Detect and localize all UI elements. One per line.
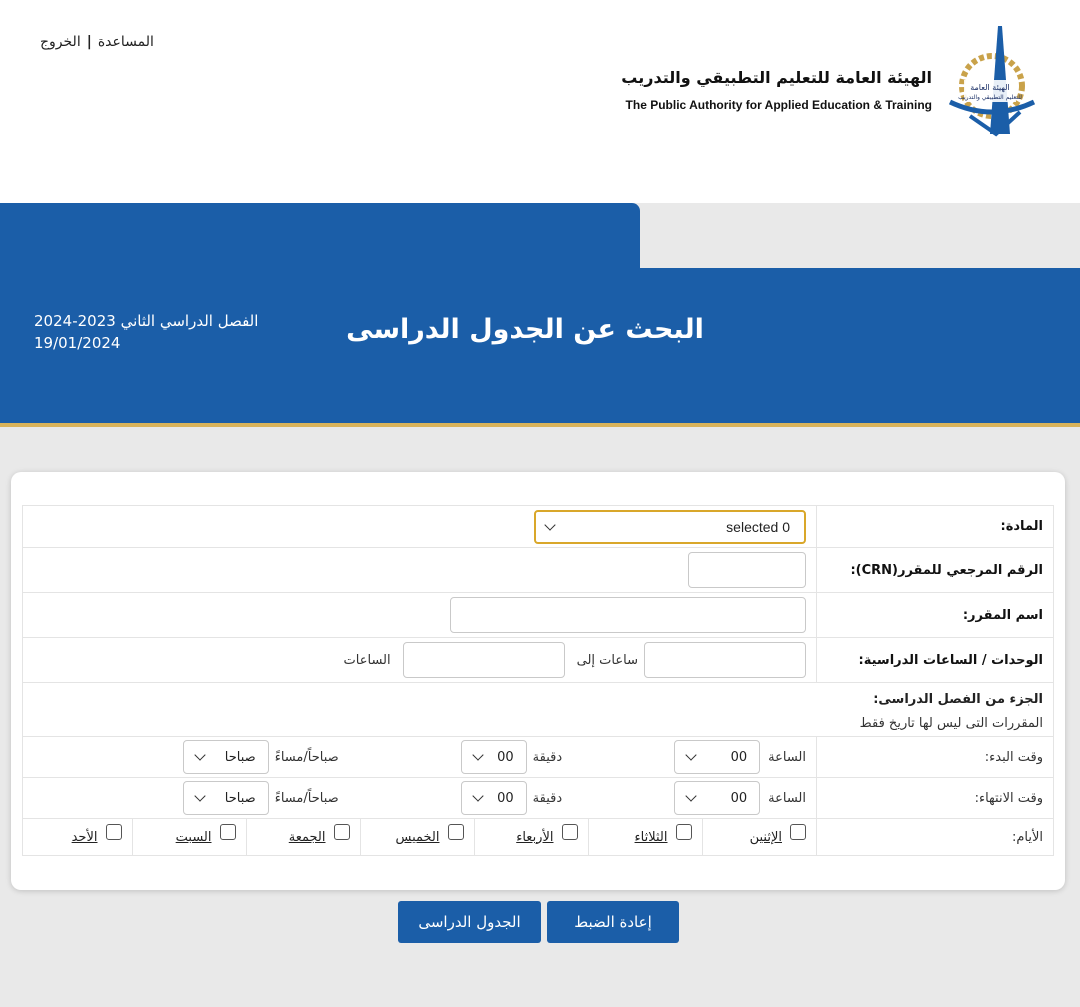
chevron-down-icon (194, 749, 206, 761)
org-name-ar: الهيئة العامة للتعليم التطبيقي والتدريب (621, 68, 932, 87)
course-name-label: اسم المقرر: (816, 592, 1054, 638)
chevron-down-icon (685, 749, 697, 761)
start-minute-label: دقيقة (532, 749, 563, 765)
banner-divider (0, 423, 1080, 427)
end-hour-value: 00 (730, 790, 748, 806)
term-part-label: الجزء من الفصل الدراسى: (873, 692, 1043, 707)
start-hour-value: 00 (730, 749, 748, 765)
hours-to-input[interactable] (402, 642, 565, 678)
paae-logo: الهيئة العامة للتعليم التطبيقي والتدريب (940, 24, 1040, 140)
svg-text:للتعليم التطبيقي والتدريب: للتعليم التطبيقي والتدريب (958, 94, 1022, 101)
day-monday-label: الإثنين (749, 829, 782, 845)
paae-logo-icon: الهيئة العامة للتعليم التطبيقي والتدريب (948, 26, 1036, 137)
day-monday[interactable]: الإثنين (713, 819, 806, 855)
search-form-card: المادة: selected 0 الرقم المرجعي للمقرر(… (11, 472, 1065, 890)
day-sunday-checkbox[interactable] (105, 824, 122, 840)
day-monday-checkbox[interactable] (790, 824, 806, 840)
svg-text:الهيئة العامة: الهيئة العامة (970, 83, 1010, 92)
end-minute-label: دقيقة (532, 790, 563, 806)
crn-label: الرقم المرجعي للمقرر(CRN): (816, 547, 1054, 593)
reset-button[interactable]: إعادة الضبط (547, 901, 679, 943)
end-minute-value: 00 (497, 790, 514, 806)
start-ampm-label: صباحاً/مساءً (274, 749, 339, 765)
course-name-row: اسم المقرر: (22, 592, 1054, 638)
day-wednesday-checkbox[interactable] (561, 824, 578, 840)
form-buttons: الجدول الدراسى إعادة الضبط (398, 901, 679, 943)
day-saturday-checkbox[interactable] (219, 824, 236, 840)
header: المساعدة | الخروج الهيئة العامة للتعليم … (0, 0, 1080, 203)
end-ampm-label: صباحاً/مساءً (274, 790, 339, 806)
day-thursday[interactable]: الخميس (371, 819, 464, 855)
subject-select-value: selected 0 (726, 518, 790, 535)
day-friday[interactable]: الجمعة (257, 819, 350, 855)
term-name: الفصل الدراسي الثاني 2023-2024 (34, 312, 259, 330)
search-form: المادة: selected 0 الرقم المرجعي للمقرر(… (22, 505, 1054, 856)
day-saturday-label: السبت (175, 829, 212, 845)
day-sunday[interactable]: الأحد (33, 819, 122, 855)
header-tab-strip (0, 203, 640, 269)
end-hour-select[interactable]: 00 (674, 781, 761, 815)
hours-from-input[interactable] (644, 642, 806, 678)
start-time-row: وقت البدء: الساعة 00 دقيقة 00 صباحاً/مسا… (22, 736, 1054, 778)
day-sunday-label: الأحد (71, 829, 98, 845)
day-wednesday-label: الأربعاء (516, 829, 554, 845)
schedule-button[interactable]: الجدول الدراسى (398, 901, 541, 943)
end-ampm-value: صباحا (224, 790, 256, 806)
term-info: الفصل الدراسي الثاني 2023-2024 19/01/202… (34, 310, 258, 354)
units-label: الوحدات / الساعات الدراسية: (816, 637, 1054, 683)
start-ampm-select[interactable]: صباحا (182, 740, 269, 774)
chevron-down-icon (685, 790, 697, 802)
org-name-en: The Public Authority for Applied Educati… (625, 98, 932, 112)
days-grid: الإثنين الثلاثاء الأربعاء الخميس الجمعة … (23, 819, 816, 855)
start-hour-select[interactable]: 00 (674, 740, 761, 774)
link-separator: | (86, 34, 92, 50)
crn-row: الرقم المرجعي للمقرر(CRN): (22, 547, 1054, 593)
page-title: البحث عن الجدول الدراسى (346, 314, 704, 345)
start-minute-select[interactable]: 00 (460, 740, 527, 774)
subject-label: المادة: (816, 505, 1054, 548)
chevron-down-icon (471, 749, 484, 761)
hours-label: الساعات (343, 652, 391, 668)
day-tuesday[interactable]: الثلاثاء (599, 819, 692, 855)
chevron-down-icon (544, 518, 556, 531)
hours-to-label: ساعات إلى (576, 652, 638, 668)
day-thursday-label: الخميس (395, 829, 440, 845)
day-friday-checkbox[interactable] (333, 824, 350, 840)
help-link[interactable]: المساعدة (98, 34, 154, 50)
day-friday-label: الجمعة (288, 829, 326, 845)
end-time-label: وقت الانتهاء: (816, 777, 1054, 819)
start-ampm-value: صباحا (224, 749, 256, 765)
crn-input[interactable] (688, 552, 806, 588)
day-wednesday[interactable]: الأربعاء (485, 819, 578, 855)
day-tuesday-label: الثلاثاء (634, 829, 668, 845)
day-tuesday-checkbox[interactable] (675, 824, 692, 840)
start-minute-value: 00 (497, 749, 514, 765)
logout-link[interactable]: الخروج (40, 34, 81, 50)
term-part-note: المقررات التى ليس لها تاريخ فقط (859, 716, 1043, 731)
start-time-label: وقت البدء: (816, 736, 1054, 778)
days-row: الأيام: الإثنين الثلاثاء الأربعاء الخميس… (22, 818, 1054, 856)
subject-select[interactable]: selected 0 (534, 509, 806, 544)
course-name-input[interactable] (450, 597, 806, 633)
top-links: المساعدة | الخروج (40, 34, 154, 50)
end-time-row: وقت الانتهاء: الساعة 00 دقيقة 00 صباحاً/… (22, 777, 1054, 819)
term-date: 19/01/2024 (34, 334, 121, 352)
start-hour-label: الساعة (768, 749, 806, 765)
end-minute-select[interactable]: 00 (460, 781, 527, 815)
days-label: الأيام: (816, 818, 1054, 856)
term-part-row: الجزء من الفصل الدراسى: المقررات التى لي… (22, 682, 1054, 737)
chevron-down-icon (471, 790, 484, 802)
units-row: الوحدات / الساعات الدراسية: ساعات إلى ال… (22, 637, 1054, 683)
day-saturday[interactable]: السبت (143, 819, 236, 855)
day-thursday-checkbox[interactable] (447, 824, 464, 840)
subject-row: المادة: selected 0 (22, 505, 1054, 548)
end-ampm-select[interactable]: صباحا (182, 781, 269, 815)
chevron-down-icon (194, 790, 206, 802)
end-hour-label: الساعة (768, 790, 806, 806)
